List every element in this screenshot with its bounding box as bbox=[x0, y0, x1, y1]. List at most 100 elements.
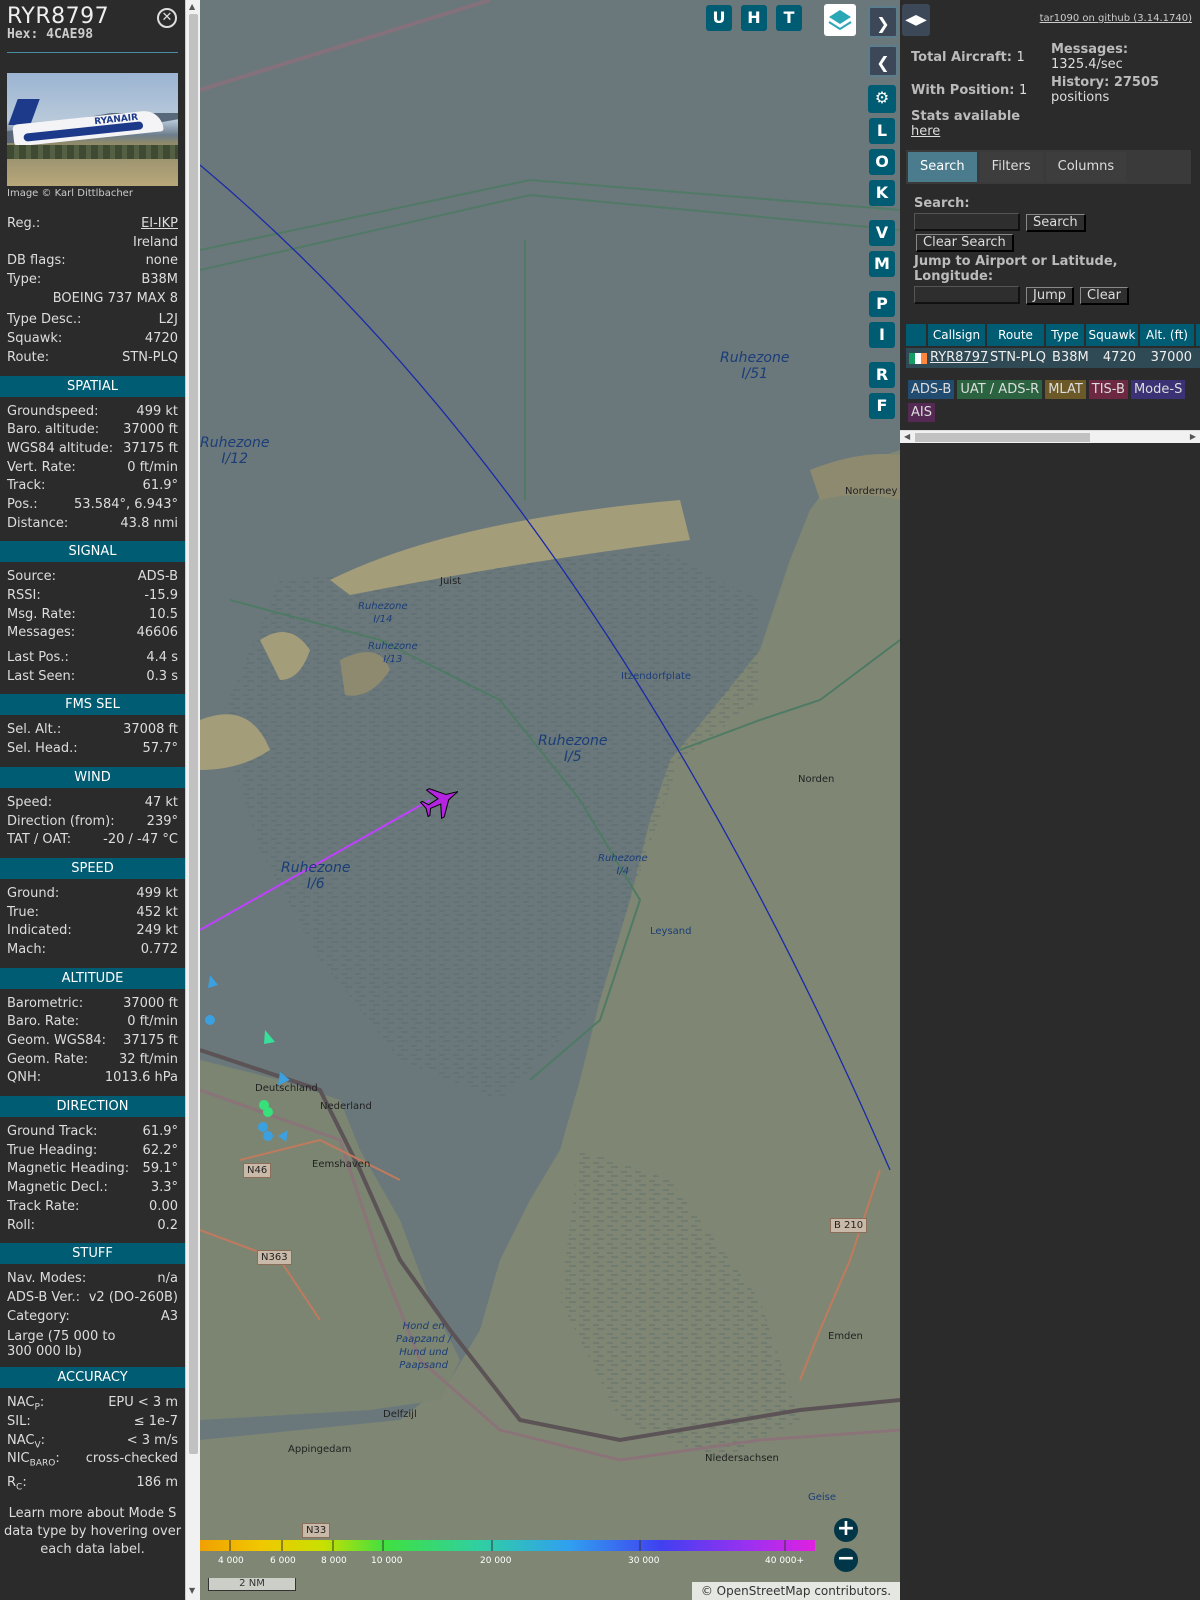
clear-search-button[interactable]: Clear Search bbox=[916, 234, 1014, 252]
info-label[interactable]: Vert. Rate: bbox=[7, 459, 76, 478]
info-label[interactable]: Barometric: bbox=[7, 995, 83, 1014]
info-label[interactable]: Ground Track: bbox=[7, 1123, 97, 1142]
info-label[interactable]: Pos.: bbox=[7, 496, 38, 515]
expand-right-icon[interactable]: ❯ bbox=[868, 6, 898, 38]
info-label[interactable]: TAT / OAT: bbox=[7, 831, 71, 850]
aircraft-list-panel: ◀▶ tar1090 on github (3.14.1740) Total A… bbox=[900, 0, 1200, 1600]
info-label[interactable]: NACP: bbox=[7, 1394, 44, 1413]
map-button-k[interactable]: K bbox=[869, 180, 895, 206]
info-label[interactable]: Groundspeed: bbox=[7, 403, 98, 422]
info-label[interactable]: True Heading: bbox=[7, 1142, 97, 1161]
map-button-i[interactable]: I bbox=[869, 322, 895, 348]
map-button-u[interactable]: U bbox=[706, 5, 732, 31]
jump-button[interactable]: Jump bbox=[1026, 287, 1074, 305]
info-label[interactable]: Ground: bbox=[7, 885, 59, 904]
info-label[interactable]: Geom. WGS84: bbox=[7, 1032, 106, 1051]
column-header-type[interactable]: Type bbox=[1046, 324, 1084, 346]
column-header-squawk[interactable]: Squawk bbox=[1086, 324, 1138, 346]
tab-search[interactable]: Search bbox=[908, 152, 977, 182]
close-icon[interactable]: ✕ bbox=[157, 8, 177, 28]
map-button-t[interactable]: T bbox=[776, 5, 802, 31]
map-button-v[interactable]: V bbox=[869, 220, 895, 246]
table-row[interactable]: RYR8797 STN-PLQ B38M 4720 37000 bbox=[906, 348, 1200, 368]
collapse-left-icon[interactable]: ❮ bbox=[868, 45, 898, 77]
info-label[interactable]: Sel. Head.: bbox=[7, 740, 78, 759]
map-label: Norden bbox=[798, 774, 835, 785]
info-label[interactable]: Indicated: bbox=[7, 922, 72, 941]
info-label[interactable]: Category: bbox=[7, 1308, 70, 1327]
info-label[interactable]: Last Seen: bbox=[7, 668, 75, 687]
zoom-out-button[interactable]: − bbox=[834, 1548, 858, 1572]
info-label[interactable]: RC: bbox=[7, 1474, 27, 1493]
column-header-altitude[interactable]: Alt. (ft) bbox=[1140, 324, 1194, 346]
jump-input[interactable] bbox=[914, 286, 1020, 304]
info-label[interactable]: NICBARO: bbox=[7, 1450, 60, 1474]
source-chip[interactable]: AIS bbox=[908, 403, 935, 422]
map-button-r[interactable]: R bbox=[869, 362, 895, 388]
info-label[interactable]: Geom. Rate: bbox=[7, 1051, 88, 1070]
scrollbar-thumb[interactable] bbox=[189, 14, 198, 1454]
info-label[interactable]: Track: bbox=[7, 477, 45, 496]
info-label[interactable]: Speed: bbox=[7, 794, 52, 813]
map-button-h[interactable]: H bbox=[741, 5, 767, 31]
tab-columns[interactable]: Columns bbox=[1045, 152, 1127, 182]
stats-here-link[interactable]: here bbox=[911, 124, 940, 139]
column-header-callsign[interactable]: Callsign bbox=[928, 324, 985, 346]
map-button-f[interactable]: F bbox=[869, 393, 895, 419]
info-label[interactable]: Baro. altitude: bbox=[7, 421, 99, 440]
info-label[interactable]: Magnetic Decl.: bbox=[7, 1179, 108, 1198]
source-chip[interactable]: ADS-B bbox=[908, 380, 955, 399]
source-chip[interactable]: MLAT bbox=[1045, 380, 1086, 399]
info-label[interactable]: Sel. Alt.: bbox=[7, 721, 61, 740]
info-label[interactable]: ADS-B Ver.: bbox=[7, 1289, 80, 1308]
map-button-m[interactable]: M bbox=[869, 251, 895, 277]
source-chip[interactable]: TIS-B bbox=[1088, 380, 1128, 399]
info-label[interactable]: Magnetic Heading: bbox=[7, 1160, 129, 1179]
info-label[interactable]: Mach: bbox=[7, 941, 46, 960]
info-label[interactable]: Track Rate: bbox=[7, 1198, 79, 1217]
map-canvas[interactable]: Ruhezone I/51 Ruhezone I/12 Norderney Juist… bbox=[200, 0, 900, 1600]
column-header-flag[interactable] bbox=[906, 324, 926, 346]
aircraft-photo[interactable] bbox=[7, 73, 178, 186]
info-row: Msg. Rate: 10.5 bbox=[0, 606, 185, 625]
settings-gear-icon[interactable]: ⚙ bbox=[868, 85, 896, 113]
clear-button[interactable]: Clear bbox=[1080, 287, 1129, 305]
sidebar-scrollbar[interactable]: ▲ ▼ bbox=[185, 0, 200, 1600]
registration-link[interactable]: EI-IKP bbox=[141, 215, 178, 234]
row-callsign[interactable]: RYR8797 bbox=[930, 348, 990, 368]
source-chip[interactable]: UAT / ADS-R bbox=[957, 380, 1043, 399]
scrollbar-thumb[interactable] bbox=[915, 433, 1090, 442]
info-label[interactable]: WGS84 altitude: bbox=[7, 440, 113, 459]
info-label[interactable]: Messages: bbox=[7, 624, 75, 643]
info-label[interactable]: Source: bbox=[7, 568, 56, 587]
info-row: Track Rate: 0.00 bbox=[0, 1198, 185, 1217]
column-header-more[interactable] bbox=[1196, 324, 1200, 346]
toggle-sidebar-icon[interactable]: ◀▶ bbox=[902, 4, 930, 36]
map-attribution[interactable]: © OpenStreetMap contributors. bbox=[692, 1582, 900, 1600]
search-button[interactable]: Search bbox=[1026, 214, 1086, 232]
version-link[interactable]: tar1090 on github (3.14.1740) bbox=[1040, 13, 1192, 24]
info-label[interactable]: QNH: bbox=[7, 1069, 41, 1088]
info-label[interactable]: Nav. Modes: bbox=[7, 1270, 86, 1289]
column-header-route[interactable]: Route bbox=[987, 324, 1044, 346]
info-label[interactable]: Direction (from): bbox=[7, 813, 115, 832]
map-button-p[interactable]: P bbox=[869, 291, 895, 317]
info-label[interactable]: Roll: bbox=[7, 1217, 35, 1236]
info-label[interactable]: Last Pos.: bbox=[7, 649, 69, 668]
map-button-o[interactable]: O bbox=[869, 149, 895, 175]
source-chip[interactable]: Mode-S bbox=[1130, 380, 1186, 399]
map-button-l[interactable]: L bbox=[869, 118, 895, 144]
info-label[interactable]: Distance: bbox=[7, 515, 68, 534]
info-label[interactable]: True: bbox=[7, 904, 39, 923]
layers-icon[interactable] bbox=[824, 4, 856, 36]
tab-filters[interactable]: Filters bbox=[979, 152, 1043, 182]
info-label[interactable]: Baro. Rate: bbox=[7, 1013, 79, 1032]
zoom-in-button[interactable]: + bbox=[834, 1518, 858, 1542]
search-input[interactable] bbox=[914, 213, 1020, 231]
table-horizontal-scrollbar[interactable]: ◀ ▶ bbox=[900, 430, 1200, 443]
info-label[interactable]: NACV: bbox=[7, 1432, 45, 1451]
info-label[interactable]: SIL: bbox=[7, 1413, 31, 1432]
info-label[interactable]: RSSI: bbox=[7, 587, 41, 606]
info-label[interactable]: Msg. Rate: bbox=[7, 606, 76, 625]
map-label: Ruhezone I/14 bbox=[358, 601, 408, 625]
